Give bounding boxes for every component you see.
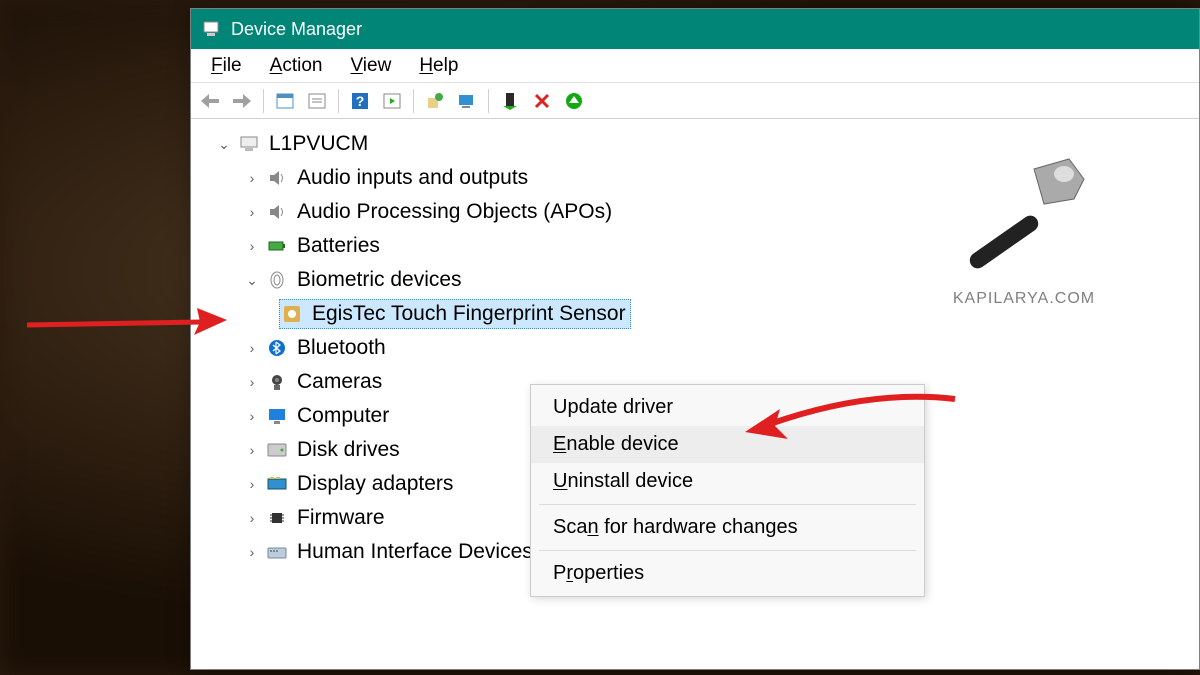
context-enable-device[interactable]: Enable device	[531, 426, 924, 463]
help-button[interactable]: ?	[345, 87, 375, 115]
camera-icon	[265, 370, 289, 394]
tree-item-label: Bluetooth	[297, 332, 386, 364]
tree-item-label: Cameras	[297, 366, 382, 398]
computer-icon	[237, 132, 261, 156]
menu-help[interactable]: Help	[405, 51, 472, 81]
speaker-icon	[265, 166, 289, 190]
show-hidden-button[interactable]	[270, 87, 300, 115]
tree-item-label: Firmware	[297, 502, 385, 534]
speaker-icon	[265, 200, 289, 224]
chevron-down-icon[interactable]: ⌄	[243, 270, 261, 291]
chevron-right-icon[interactable]: ›	[243, 338, 261, 359]
chevron-right-icon[interactable]: ›	[243, 474, 261, 495]
chevron-right-icon[interactable]: ›	[243, 236, 261, 257]
tree-item-label: Disk drives	[297, 434, 400, 466]
hammer-icon	[949, 149, 1099, 279]
bluetooth-icon	[265, 336, 289, 360]
chevron-right-icon[interactable]: ›	[243, 168, 261, 189]
context-menu: Update driver Enable device Uninstall de…	[530, 384, 925, 597]
chevron-right-icon[interactable]: ›	[243, 202, 261, 223]
menu-action[interactable]: Action	[256, 51, 337, 81]
sensor-icon	[280, 302, 304, 326]
watermark: KAPILARYA.COM	[919, 149, 1129, 308]
window-title: Device Manager	[231, 19, 362, 40]
menu-separator	[539, 504, 916, 505]
tree-item-label: Audio Processing Objects (APOs)	[297, 196, 612, 228]
context-uninstall-device[interactable]: Uninstall device	[531, 463, 924, 500]
fingerprint-icon	[265, 268, 289, 292]
tree-item-label: Display adapters	[297, 468, 453, 500]
disk-icon	[265, 438, 289, 462]
separator	[263, 89, 264, 113]
tree-item-label: Human Interface Devices	[297, 536, 533, 568]
menu-separator	[539, 550, 916, 551]
add-legacy-button[interactable]	[559, 87, 589, 115]
back-button[interactable]	[195, 87, 225, 115]
context-properties[interactable]: Properties	[531, 555, 924, 592]
separator	[338, 89, 339, 113]
chevron-down-icon[interactable]: ⌄	[215, 134, 233, 155]
chevron-right-icon[interactable]: ›	[243, 542, 261, 563]
menubar: File Action View Help	[191, 49, 1199, 83]
chevron-right-icon[interactable]: ›	[243, 372, 261, 393]
tree-item-label: Batteries	[297, 230, 380, 262]
chevron-right-icon[interactable]: ›	[243, 440, 261, 461]
chevron-right-icon[interactable]: ›	[243, 406, 261, 427]
context-scan-hardware[interactable]: Scan for hardware changes	[531, 509, 924, 546]
separator	[413, 89, 414, 113]
tree-item-label: EgisTec Touch Fingerprint Sensor	[312, 298, 626, 330]
svg-text:?: ?	[356, 93, 365, 109]
device-manager-icon	[201, 19, 221, 39]
forward-button[interactable]	[227, 87, 257, 115]
menu-file[interactable]: File	[197, 51, 256, 81]
display-adapter-icon	[265, 472, 289, 496]
root-label: L1PVUCM	[269, 128, 368, 160]
scan-button[interactable]	[377, 87, 407, 115]
chevron-right-icon[interactable]: ›	[243, 508, 261, 529]
tree-item-label: Computer	[297, 400, 389, 432]
tree-item-label: Biometric devices	[297, 264, 462, 296]
hid-icon	[265, 540, 289, 564]
titlebar[interactable]: Device Manager	[191, 9, 1199, 49]
uninstall-button[interactable]	[452, 87, 482, 115]
tree-item-bluetooth[interactable]: › Bluetooth	[215, 331, 1199, 365]
properties-button[interactable]	[302, 87, 332, 115]
menu-view[interactable]: View	[336, 51, 405, 81]
monitor-icon	[265, 404, 289, 428]
disable-button[interactable]	[527, 87, 557, 115]
enable-button[interactable]	[495, 87, 525, 115]
tree-item-label: Audio inputs and outputs	[297, 162, 528, 194]
separator	[488, 89, 489, 113]
chip-icon	[265, 506, 289, 530]
watermark-text: KAPILARYA.COM	[919, 290, 1129, 308]
battery-icon	[265, 234, 289, 258]
update-driver-button[interactable]	[420, 87, 450, 115]
toolbar: ?	[191, 83, 1199, 119]
context-update-driver[interactable]: Update driver	[531, 389, 924, 426]
